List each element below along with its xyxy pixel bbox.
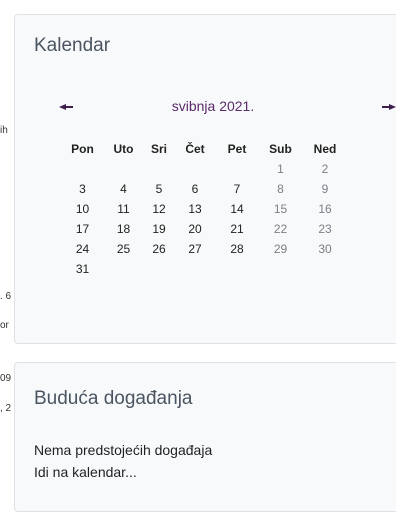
day-cell[interactable]: 30 [303,239,347,259]
day-cell[interactable]: 29 [258,239,303,259]
day-cell[interactable]: 1 [258,159,303,179]
day-cell [216,159,258,179]
day-cell[interactable]: 3 [62,179,103,199]
day-cell [174,159,216,179]
calendar-month-grid: Pon Uto Sri Čet Pet Sub Ned 1 2 3 4 5 6 … [62,139,347,279]
day-cell[interactable]: 28 [216,239,258,259]
day-cell[interactable]: 16 [303,199,347,219]
no-events-text: Nema predstojećih događaja [34,442,213,458]
go-to-calendar-link[interactable]: Idi na kalendar... [34,461,212,483]
week-row: 1 2 [62,159,347,179]
week-row: 10 11 12 13 14 15 16 [62,199,347,219]
day-cell[interactable]: 13 [174,199,216,219]
day-cell [144,259,174,279]
week-row: 31 [62,259,347,279]
week-row: 17 18 19 20 21 22 23 [62,219,347,239]
day-cell[interactable]: 22 [258,219,303,239]
cropped-text-fragment: 09 [0,373,12,384]
day-cell[interactable]: 23 [303,219,347,239]
day-cell[interactable]: 21 [216,219,258,239]
weekday-header: Pon [71,142,94,156]
day-cell[interactable]: 31 [62,259,103,279]
day-cell [174,259,216,279]
day-cell[interactable]: 12 [144,199,174,219]
day-cell[interactable]: 14 [216,199,258,219]
upcoming-events-content: Nema predstojećih događaja Idi na kalend… [34,439,212,483]
cropped-text-fragment: . 6 [0,291,12,302]
day-cell[interactable]: 15 [258,199,303,219]
day-cell[interactable]: 26 [144,239,174,259]
cropped-text-fragment: or [0,320,9,331]
weekday-header: Sub [269,142,292,156]
upcoming-events-block: Buduća događanja Nema predstojećih događ… [14,362,396,512]
weekday-header-row: Pon Uto Sri Čet Pet Sub Ned [62,139,347,159]
prev-month-arrow-icon[interactable] [59,102,73,112]
day-cell[interactable]: 25 [103,239,144,259]
day-cell [103,159,144,179]
weekday-header: Ned [313,142,337,156]
day-cell[interactable]: 4 [103,179,144,199]
day-cell [144,159,174,179]
day-cell [258,259,303,279]
week-row: 3 4 5 6 7 8 9 [62,179,347,199]
weekday-header: Čet [185,142,205,156]
day-cell[interactable]: 27 [174,239,216,259]
day-cell[interactable]: 18 [103,219,144,239]
week-row: 24 25 26 27 28 29 30 [62,239,347,259]
day-cell[interactable]: 5 [144,179,174,199]
day-cell [216,259,258,279]
day-cell[interactable]: 19 [144,219,174,239]
day-cell[interactable]: 2 [303,159,347,179]
weekday-header: Uto [113,142,134,156]
cropped-text-fragment: , 2 [0,403,12,414]
day-cell[interactable]: 24 [62,239,103,259]
calendar-block: Kalendar svibnja 2021. Pon Uto Sri Čet P… [14,14,396,344]
day-cell[interactable]: 11 [103,199,144,219]
day-cell[interactable]: 20 [174,219,216,239]
day-cell[interactable]: 9 [303,179,347,199]
calendar-navigation: svibnja 2021. [15,98,396,118]
calendar-block-title: Kalendar [34,35,111,56]
day-cell[interactable]: 6 [174,179,216,199]
day-cell[interactable]: 10 [62,199,103,219]
weekday-header: Sri [150,142,167,156]
next-month-arrow-icon[interactable] [382,102,396,112]
day-cell [103,259,144,279]
cropped-text-fragment: ih [0,125,8,136]
day-cell[interactable]: 17 [62,219,103,239]
day-cell[interactable]: 8 [258,179,303,199]
day-cell [62,159,103,179]
day-cell[interactable]: 7 [216,179,258,199]
day-cell [303,259,347,279]
upcoming-events-title: Buduća događanja [34,388,193,409]
weekday-header: Pet [227,142,247,156]
